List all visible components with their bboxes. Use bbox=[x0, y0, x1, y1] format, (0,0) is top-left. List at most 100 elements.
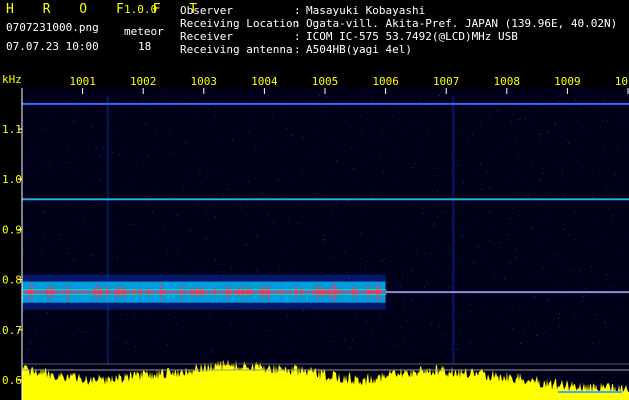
noise-speckle bbox=[585, 288, 587, 290]
noise-speckle bbox=[425, 258, 427, 260]
noise-speckle bbox=[82, 217, 84, 219]
noise-speckle bbox=[464, 350, 466, 352]
noise-speckle bbox=[94, 202, 96, 204]
noise-speckle bbox=[300, 172, 302, 174]
noise-speckle bbox=[542, 173, 544, 174]
noise-speckle bbox=[604, 100, 605, 102]
noise-speckle bbox=[273, 117, 274, 119]
noise-speckle bbox=[426, 151, 428, 153]
noise-speckle bbox=[309, 230, 311, 232]
noise-speckle bbox=[608, 208, 609, 210]
noise-speckle bbox=[621, 333, 623, 335]
noise-speckle bbox=[511, 113, 513, 115]
noise-speckle bbox=[384, 120, 386, 122]
noise-speckle bbox=[421, 317, 423, 319]
noise-speckle bbox=[582, 296, 584, 298]
noise-speckle bbox=[562, 283, 563, 285]
carrier-burst bbox=[256, 289, 258, 296]
noise-speckle bbox=[519, 128, 521, 130]
noise-speckle bbox=[327, 195, 328, 197]
carrier-burst bbox=[220, 289, 222, 295]
noise-speckle bbox=[49, 161, 51, 163]
carrier-burst bbox=[316, 284, 318, 300]
noise-speckle bbox=[442, 271, 444, 273]
noise-speckle bbox=[572, 270, 574, 272]
carrier-burst bbox=[250, 288, 252, 296]
noise-speckle bbox=[272, 114, 274, 116]
noise-speckle bbox=[43, 211, 45, 213]
noise-speckle bbox=[487, 113, 489, 115]
noise-speckle bbox=[428, 133, 430, 135]
noise-speckle bbox=[605, 279, 607, 280]
carrier-burst bbox=[124, 288, 126, 297]
carrier-burst bbox=[172, 284, 174, 300]
carrier-burst bbox=[331, 283, 333, 301]
noise-speckle bbox=[618, 181, 619, 183]
noise-speckle bbox=[488, 187, 490, 189]
carrier-burst bbox=[244, 290, 246, 295]
carrier-burst bbox=[136, 284, 138, 300]
carrier-burst bbox=[190, 289, 192, 296]
noise-speckle bbox=[268, 237, 270, 239]
noise-speckle bbox=[71, 335, 73, 337]
noise-speckle bbox=[250, 117, 252, 119]
noise-speckle bbox=[410, 126, 412, 128]
noise-speckle bbox=[547, 330, 549, 332]
noise-speckle bbox=[112, 152, 114, 154]
noise-speckle bbox=[207, 175, 208, 177]
noise-speckle bbox=[469, 303, 471, 305]
noise-speckle bbox=[302, 310, 304, 312]
noise-speckle bbox=[445, 174, 447, 176]
noise-speckle bbox=[541, 133, 543, 135]
noise-speckle bbox=[604, 148, 606, 150]
noise-speckle bbox=[521, 181, 522, 183]
carrier-burst bbox=[196, 287, 198, 298]
noise-speckle bbox=[496, 110, 498, 112]
noise-speckle bbox=[92, 204, 94, 206]
noise-speckle bbox=[500, 242, 502, 243]
noise-speckle bbox=[371, 340, 373, 342]
carrier-burst bbox=[292, 290, 294, 295]
noise-speckle bbox=[73, 119, 75, 121]
noise-speckle bbox=[397, 230, 398, 232]
noise-speckle bbox=[167, 253, 169, 255]
noise-speckle bbox=[548, 271, 550, 273]
noise-speckle bbox=[53, 247, 55, 249]
noise-speckle bbox=[382, 242, 384, 243]
carrier-burst bbox=[91, 286, 93, 298]
noise-speckle bbox=[250, 123, 252, 125]
noise-speckle bbox=[525, 105, 527, 107]
noise-speckle bbox=[145, 124, 147, 125]
carrier-burst bbox=[205, 286, 207, 298]
noise-speckle bbox=[299, 335, 301, 337]
noise-speckle bbox=[470, 342, 471, 344]
noise-speckle bbox=[154, 127, 156, 129]
carrier-burst bbox=[115, 286, 117, 298]
y-axis-unit: kHz bbox=[2, 73, 22, 86]
carrier-burst bbox=[28, 285, 30, 299]
noise-speckle bbox=[101, 204, 102, 206]
noise-speckle bbox=[302, 136, 304, 138]
noise-speckle bbox=[590, 266, 592, 268]
noise-speckle bbox=[201, 183, 203, 185]
noise-speckle bbox=[577, 119, 579, 121]
carrier-burst bbox=[160, 283, 162, 301]
noise-speckle bbox=[313, 318, 315, 320]
x-tick-label: 1002 bbox=[130, 75, 157, 88]
noise-speckle bbox=[168, 196, 170, 198]
noise-speckle bbox=[202, 353, 204, 355]
noise-speckle bbox=[481, 307, 483, 309]
noise-speckle bbox=[526, 194, 527, 196]
noise-speckle bbox=[625, 143, 627, 145]
noise-speckle bbox=[446, 278, 448, 280]
noise-speckle bbox=[433, 223, 435, 225]
noise-speckle bbox=[313, 130, 315, 132]
noise-speckle bbox=[162, 225, 164, 227]
noise-speckle bbox=[303, 174, 305, 176]
noise-speckle bbox=[126, 155, 128, 157]
noise-speckle bbox=[562, 293, 564, 295]
noise-speckle bbox=[326, 206, 328, 208]
noise-speckle bbox=[445, 312, 447, 314]
noise-speckle bbox=[489, 337, 490, 339]
noise-speckle bbox=[198, 114, 200, 116]
